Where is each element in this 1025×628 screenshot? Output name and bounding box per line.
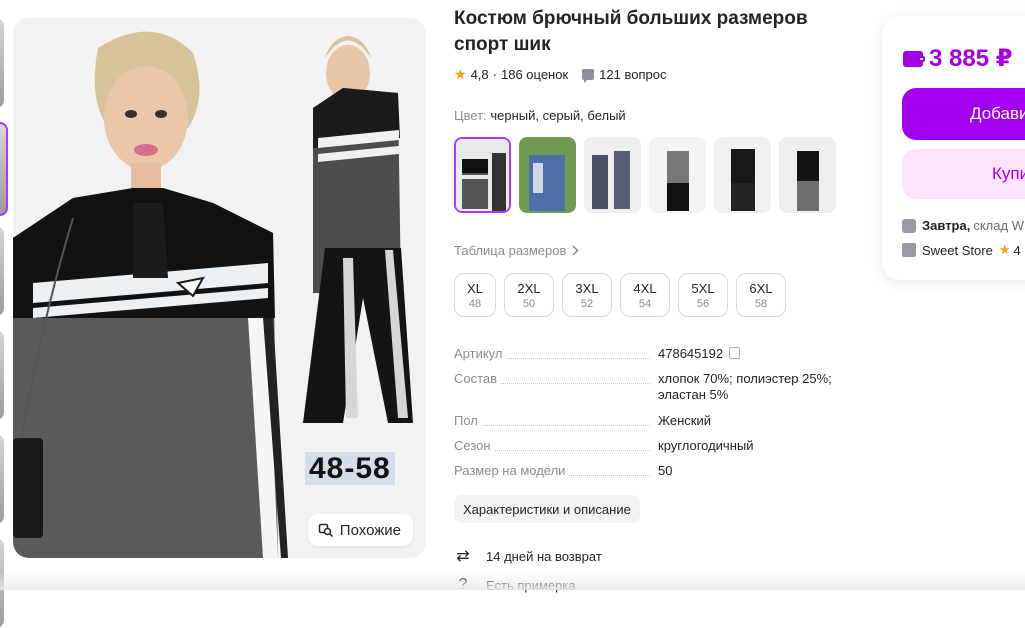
size-label: XL — [467, 280, 483, 296]
wallet-icon — [903, 50, 925, 67]
size-option[interactable]: 4XL 54 — [620, 273, 670, 317]
size-range-overlay: 48-58 — [305, 452, 395, 486]
size-option[interactable]: 5XL 56 — [678, 273, 728, 317]
delivery-day: Завтра, — [922, 218, 971, 233]
main-product-image[interactable]: 48-58 Похожие — [13, 18, 426, 558]
spec-value-article: 478645192 — [658, 346, 848, 362]
price-row: 3 885 ₽ — [903, 44, 1012, 73]
similar-button[interactable]: Похожие — [307, 514, 413, 546]
store-row[interactable]: Sweet Store ★ 4 — [902, 242, 1021, 258]
rating-value: 4,8 — [470, 67, 489, 82]
similar-button-label: Похожие — [339, 521, 401, 539]
swatch-image — [584, 137, 641, 213]
size-ru: 48 — [468, 297, 482, 310]
questions-link[interactable]: 121 вопрос — [599, 67, 666, 82]
price-value: 3 885 ₽ — [929, 45, 1013, 72]
size-ru: 52 — [580, 297, 594, 310]
spec-key: Состав — [454, 371, 650, 386]
copy-icon[interactable] — [729, 347, 741, 359]
size-table-label: Таблица размеров — [454, 243, 567, 258]
service-label: 14 дней на возврат — [486, 548, 602, 564]
star-icon: ★ — [454, 66, 467, 82]
size-ru: 50 — [522, 297, 536, 310]
swatch-image — [456, 139, 509, 211]
spec-key: Пол — [454, 413, 650, 428]
size-option[interactable]: XL 48 — [454, 273, 496, 317]
price-card: 3 885 ₽ Добавить Купить Завтра, склад W … — [882, 16, 1025, 280]
size-table-link[interactable]: Таблица размеров — [454, 243, 579, 258]
swatch-image — [714, 137, 771, 213]
swatch-image — [519, 137, 576, 213]
spec-value: Женский — [658, 413, 711, 428]
spec-key: Артикул — [454, 346, 650, 361]
color-swatch[interactable] — [649, 137, 706, 213]
size-label: 5XL — [691, 280, 715, 296]
color-label: Цвет: — [454, 108, 487, 123]
size-option[interactable]: 3XL 52 — [562, 273, 612, 317]
color-swatch[interactable] — [519, 137, 576, 213]
description-button[interactable]: Характеристики и описание — [454, 495, 640, 523]
store-rating: 4 — [1013, 242, 1021, 258]
spec-value: 50 — [658, 463, 673, 478]
return-arrows-icon: ⇄ — [456, 548, 470, 565]
service-row-return: ⇄ 14 дней на возврат — [454, 547, 602, 565]
color-swatch[interactable] — [714, 137, 771, 213]
color-swatch[interactable] — [584, 137, 641, 213]
gallery-thumbnail[interactable] — [0, 226, 4, 316]
color-swatch-selected[interactable] — [454, 137, 511, 213]
store-icon — [902, 243, 916, 257]
color-value: черный, серый, белый — [490, 108, 626, 123]
color-swatches — [454, 137, 836, 213]
swatch-image — [779, 137, 836, 213]
box-icon — [902, 218, 916, 233]
chevron-right-icon — [572, 245, 579, 256]
buy-now-button[interactable]: Купить — [902, 149, 1025, 199]
gallery-thumbnail[interactable] — [0, 330, 4, 420]
size-option[interactable]: 6XL 58 — [736, 273, 786, 317]
size-ru: 54 — [638, 297, 652, 310]
similar-search-icon — [318, 523, 333, 538]
spec-key: Размер на модели — [454, 463, 650, 478]
spec-key: Сезон — [454, 438, 650, 453]
size-option[interactable]: 2XL 50 — [504, 273, 554, 317]
gallery-thumbnail[interactable] — [0, 18, 4, 108]
swatch-image — [649, 137, 706, 213]
rating-row: ★ 4,8 · 186 оценок 121 вопрос — [454, 66, 666, 83]
size-ru: 58 — [754, 297, 768, 310]
spec-value: хлопок 70%; полиэстер 25%; эластан 5% — [658, 371, 832, 402]
product-title: Костюм брючный больших размеров спорт ши… — [454, 8, 808, 55]
add-to-cart-button[interactable]: Добавить — [902, 88, 1025, 140]
color-row: Цвет: черный, серый, белый — [454, 108, 626, 123]
star-icon: ★ — [998, 242, 1011, 257]
store-name: Sweet Store — [922, 242, 993, 258]
size-label: 4XL — [633, 280, 657, 296]
size-label: 6XL — [749, 280, 773, 296]
size-ru: 56 — [696, 297, 710, 310]
rating-separator: · — [492, 67, 497, 82]
size-selector: XL 48 2XL 50 3XL 52 4XL 54 5XL 56 6XL 58 — [454, 273, 786, 317]
thumbnail-strip — [0, 0, 8, 628]
size-label: 3XL — [575, 280, 599, 296]
gallery-thumbnail[interactable] — [0, 434, 4, 524]
gallery-thumbnail-active[interactable] — [0, 122, 8, 216]
delivery-row: Завтра, склад W — [902, 218, 1024, 233]
size-label: 2XL — [517, 280, 541, 296]
spec-value: круглогодичный — [658, 438, 754, 453]
reviews-link[interactable]: 186 оценок — [501, 67, 568, 82]
question-bubble-icon — [582, 69, 595, 83]
color-swatch[interactable] — [779, 137, 836, 213]
bottom-fade — [0, 572, 1025, 590]
delivery-warehouse: склад W — [973, 218, 1024, 233]
